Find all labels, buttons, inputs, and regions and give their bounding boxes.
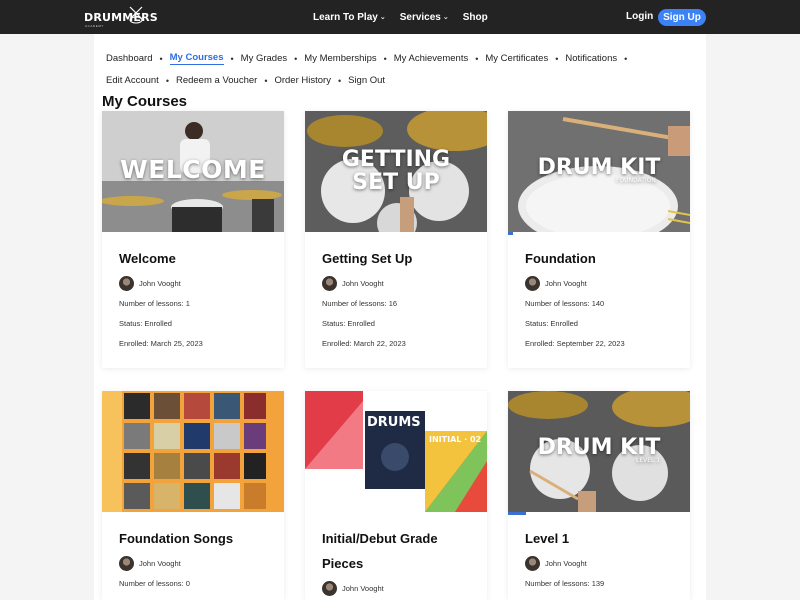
author-name: John Vooght <box>342 584 384 593</box>
thumbnail-title: GETTING SET UP <box>341 147 451 195</box>
lesson-count: Number of lessons: 140 <box>525 299 605 308</box>
course-thumbnail[interactable]: DRUMS INITIAL · 02 <box>305 391 487 512</box>
course-thumbnail[interactable]: GETTING SET UP <box>305 111 487 232</box>
avatar <box>525 556 540 571</box>
account-nav-sign-out[interactable]: Sign Out <box>348 75 385 86</box>
enrollment-date: Enrolled: March 22, 2023 <box>322 339 406 348</box>
author-name: John Vooght <box>139 559 181 568</box>
separator-dot: • <box>230 53 234 64</box>
login-link[interactable]: Login <box>626 11 653 22</box>
account-nav-my-grades[interactable]: My Grades <box>241 53 287 64</box>
nav-services-label: Services <box>399 11 441 23</box>
enrollment-status: Status: Enrolled <box>322 319 375 328</box>
lesson-count: Number of lessons: 0 <box>119 579 190 588</box>
chevron-down-icon: ⌄ <box>379 14 386 21</box>
main-nav: Learn To Play ⌄ Services ⌄ Shop <box>313 0 488 34</box>
separator-dot: • <box>159 53 163 64</box>
course-card-foundation-songs[interactable]: Foundation Songs John Vooght Number of l… <box>102 391 284 600</box>
account-nav-order-history[interactable]: Order History <box>274 75 330 86</box>
separator-dot: • <box>624 53 628 64</box>
course-card-initial-debut-grade-pieces[interactable]: DRUMS INITIAL · 02 Initial/Debut Grade P… <box>305 391 487 600</box>
separator-dot: • <box>165 75 169 86</box>
nav-learn-to-play-label: Learn To Play <box>313 11 378 23</box>
separator-dot: • <box>555 53 559 64</box>
course-thumbnail[interactable]: DRUM KIT FOUNDATION <box>508 111 690 232</box>
signup-button[interactable]: Sign Up <box>658 9 706 26</box>
thumbnail-title: DRUMS <box>367 415 421 430</box>
course-card-getting-set-up[interactable]: GETTING SET UP Getting Set Up John Voogh… <box>305 111 487 368</box>
avatar <box>322 276 337 291</box>
course-progress-bar <box>508 232 513 235</box>
avatar <box>525 276 540 291</box>
course-title[interactable]: Getting Set Up <box>322 246 412 271</box>
chevron-down-icon: ⌄ <box>442 14 449 21</box>
enrollment-status: Status: Enrolled <box>525 319 578 328</box>
drumstick-icon <box>129 6 143 24</box>
account-nav-row-1: Dashboard • My Courses • My Grades • My Mem… <box>106 52 634 65</box>
course-card-welcome[interactable]: WELCOME Welcome John Vooght Number of le… <box>102 111 284 368</box>
avatar <box>322 581 337 596</box>
nav-learn-to-play[interactable]: Learn To Play ⌄ <box>313 12 386 23</box>
course-thumbnail[interactable]: WELCOME <box>102 111 284 232</box>
separator-dot: • <box>294 53 298 64</box>
course-title[interactable]: Foundation <box>525 246 596 271</box>
drummers-logo[interactable]: DRUMMERS ACADEMY <box>84 5 158 29</box>
thumbnail-subtitle: INITIAL · 02 <box>429 435 482 444</box>
course-thumbnail[interactable] <box>102 391 284 512</box>
account-nav-row-2: Edit Account • Redeem a Voucher • Order Hi… <box>106 75 385 86</box>
thumbnail-title: WELCOME <box>120 155 266 184</box>
nav-services[interactable]: Services ⌄ <box>400 12 449 23</box>
account-nav-dashboard[interactable]: Dashboard <box>106 53 152 64</box>
thumbnail-title: DRUM KIT <box>537 155 661 180</box>
nav-shop-label: Shop <box>462 11 488 23</box>
course-title[interactable]: Initial/Debut Grade Pieces <box>322 526 472 576</box>
lesson-count: Number of lessons: 1 <box>119 299 190 308</box>
course-progress-bar <box>508 512 526 515</box>
account-nav-edit-account[interactable]: Edit Account <box>106 75 159 86</box>
avatar <box>119 556 134 571</box>
album-collage-image <box>102 391 284 512</box>
course-title[interactable]: Foundation Songs <box>119 526 233 551</box>
course-author: John Vooght <box>119 556 181 571</box>
enrollment-status: Status: Enrolled <box>119 319 172 328</box>
course-author: John Vooght <box>322 276 384 291</box>
enrollment-date: Enrolled: March 25, 2023 <box>119 339 203 348</box>
grade-book-covers-image <box>305 391 487 512</box>
nav-shop[interactable]: Shop <box>463 12 488 23</box>
thumbnail-title: DRUM KIT <box>537 435 661 460</box>
account-nav-my-certificates[interactable]: My Certificates <box>485 53 548 64</box>
course-card-foundation[interactable]: DRUM KIT FOUNDATION Foundation John Voog… <box>508 111 690 368</box>
separator-dot: • <box>383 53 387 64</box>
course-title[interactable]: Welcome <box>119 246 176 271</box>
thumbnail-subtitle: LEVEL 1 <box>636 457 661 464</box>
course-title[interactable]: Level 1 <box>525 526 569 551</box>
thumbnail-subtitle: FOUNDATION <box>616 177 656 184</box>
author-name: John Vooght <box>545 559 587 568</box>
course-card-level-1[interactable]: DRUM KIT LEVEL 1 Level 1 John Vooght Num… <box>508 391 690 600</box>
avatar <box>119 276 134 291</box>
separator-dot: • <box>475 53 479 64</box>
course-thumbnail[interactable]: DRUM KIT LEVEL 1 <box>508 391 690 512</box>
top-header: DRUMMERS ACADEMY Learn To Play ⌄ Services… <box>0 0 800 34</box>
author-name: John Vooght <box>342 279 384 288</box>
author-name: John Vooght <box>545 279 587 288</box>
course-author: John Vooght <box>525 276 587 291</box>
logo-subtext: ACADEMY <box>85 24 105 28</box>
page-title: My Courses <box>102 93 188 110</box>
enrollment-date: Enrolled: September 22, 2023 <box>525 339 625 348</box>
separator-dot: • <box>264 75 268 86</box>
account-nav-notifications[interactable]: Notifications <box>565 53 617 64</box>
course-author: John Vooght <box>525 556 587 571</box>
account-nav-my-memberships[interactable]: My Memberships <box>304 53 376 64</box>
course-author: John Vooght <box>119 276 181 291</box>
author-name: John Vooght <box>139 279 181 288</box>
lesson-count: Number of lessons: 16 <box>322 299 398 308</box>
course-author: John Vooght <box>322 581 384 596</box>
account-nav-my-achievements[interactable]: My Achievements <box>394 53 468 64</box>
logo-text: DRUMMERS <box>84 11 158 24</box>
account-nav-redeem-voucher[interactable]: Redeem a Voucher <box>176 75 257 86</box>
account-nav-my-courses[interactable]: My Courses <box>169 52 224 65</box>
lesson-count: Number of lessons: 139 <box>525 579 605 588</box>
separator-dot: • <box>337 75 342 86</box>
